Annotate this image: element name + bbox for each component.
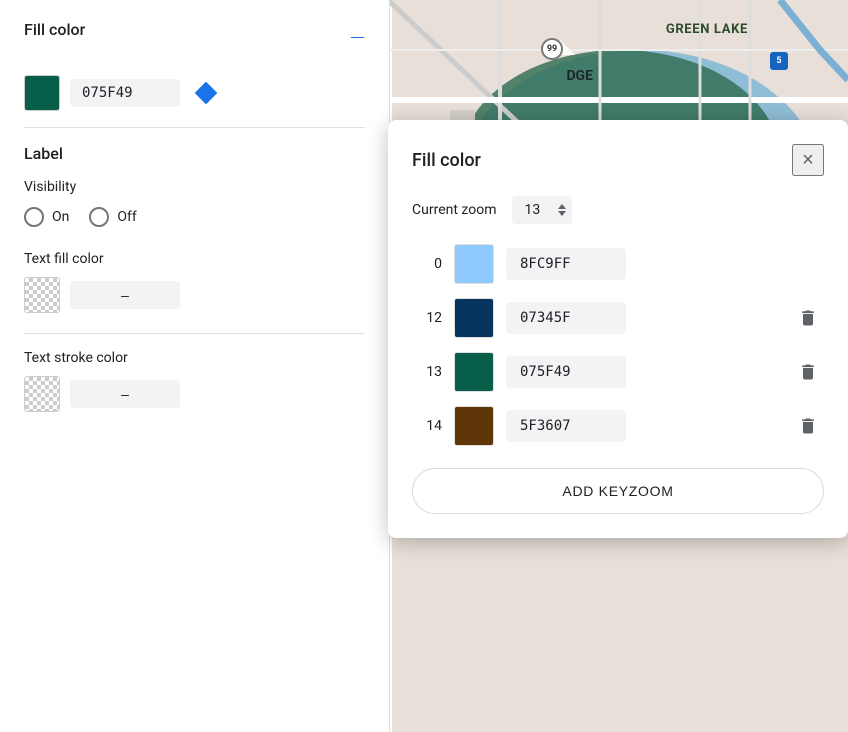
keyzoom-delete-12[interactable]: [792, 302, 824, 334]
keyzoom-hex-12[interactable]: [506, 302, 626, 334]
fill-color-swatch[interactable]: [24, 75, 60, 111]
text-stroke-color-row: [24, 376, 365, 412]
text-stroke-swatch[interactable]: [24, 376, 60, 412]
keyzoom-row-0: 0: [412, 244, 824, 284]
keyzoom-num-0: 0: [412, 256, 442, 272]
zoom-spinner: 13: [512, 196, 572, 224]
trash-icon-13: [798, 362, 818, 382]
keyzoom-hex-14[interactable]: [506, 410, 626, 442]
popup-header: Fill color ×: [412, 144, 824, 176]
fill-color-minus-btn[interactable]: —: [350, 28, 365, 48]
text-fill-swatch[interactable]: [24, 277, 60, 313]
keyzoom-row-14: 14: [412, 406, 824, 446]
zoom-up-arrow[interactable]: [558, 204, 566, 209]
zoom-down-arrow[interactable]: [558, 211, 566, 216]
keyzoom-row-12: 12: [412, 298, 824, 338]
keyzoom-swatch-12[interactable]: [454, 298, 494, 338]
keyzoom-swatch-13[interactable]: [454, 352, 494, 392]
fill-color-section: Fill color —: [24, 20, 365, 55]
popup-close-button[interactable]: ×: [792, 144, 824, 176]
fill-color-row: [24, 75, 365, 111]
keyzoom-swatch-0[interactable]: [454, 244, 494, 284]
label-section-title: Label: [24, 144, 365, 163]
divider-2: [24, 333, 365, 334]
radio-label-off: Off: [117, 209, 136, 225]
radio-circle-on: [24, 207, 44, 227]
fill-color-hex-input[interactable]: [70, 79, 180, 107]
keyzoom-num-13: 13: [412, 364, 442, 380]
keyzoom-delete-14[interactable]: [792, 410, 824, 442]
radio-label-on: On: [52, 209, 69, 225]
zoom-value: 13: [512, 196, 552, 224]
text-stroke-section: Text stroke color: [24, 350, 365, 412]
text-fill-section: Text fill color: [24, 251, 365, 313]
keyzoom-hex-13[interactable]: [506, 356, 626, 388]
visibility-label: Visibility: [24, 179, 365, 195]
radio-circle-off: [89, 207, 109, 227]
fill-color-title: Fill color: [24, 20, 85, 39]
keyzoom-row-13: 13: [412, 352, 824, 392]
text-fill-color-row: [24, 277, 365, 313]
radio-option-off[interactable]: Off: [89, 207, 136, 227]
radio-option-on[interactable]: On: [24, 207, 69, 227]
map-green-lake-label: GREEN LAKE: [666, 22, 748, 37]
keyzoom-num-12: 12: [412, 310, 442, 326]
fill-color-popup: Fill color × Current zoom 13 0 12 13: [388, 120, 848, 538]
left-panel: Fill color — Label Visibility On Off Tex…: [0, 0, 390, 732]
keyzoom-hex-0[interactable]: [506, 248, 626, 280]
divider-1: [24, 127, 365, 128]
keyzoom-num-14: 14: [412, 418, 442, 434]
trash-icon-12: [798, 308, 818, 328]
zoom-arrows: [552, 202, 572, 218]
label-section: Label Visibility On Off: [24, 144, 365, 227]
add-keyzoom-button[interactable]: ADD KEYZOOM: [412, 468, 824, 514]
map-dge-label: DGE: [566, 68, 593, 84]
text-fill-input[interactable]: [70, 281, 180, 309]
keyzoom-delete-13[interactable]: [792, 356, 824, 388]
keyzoom-swatch-14[interactable]: [454, 406, 494, 446]
fill-color-diamond-btn[interactable]: [190, 77, 222, 109]
diamond-icon: [195, 82, 218, 105]
popup-title: Fill color: [412, 150, 481, 171]
radio-group-visibility: On Off: [24, 207, 365, 227]
text-stroke-input[interactable]: [70, 380, 180, 408]
map-badge-5: 5: [770, 52, 788, 70]
map-badge-99: 99: [541, 38, 563, 60]
trash-icon-14: [798, 416, 818, 436]
zoom-row: Current zoom 13: [412, 196, 824, 224]
text-stroke-label: Text stroke color: [24, 350, 365, 366]
current-zoom-label: Current zoom: [412, 202, 496, 218]
text-fill-label: Text fill color: [24, 251, 365, 267]
